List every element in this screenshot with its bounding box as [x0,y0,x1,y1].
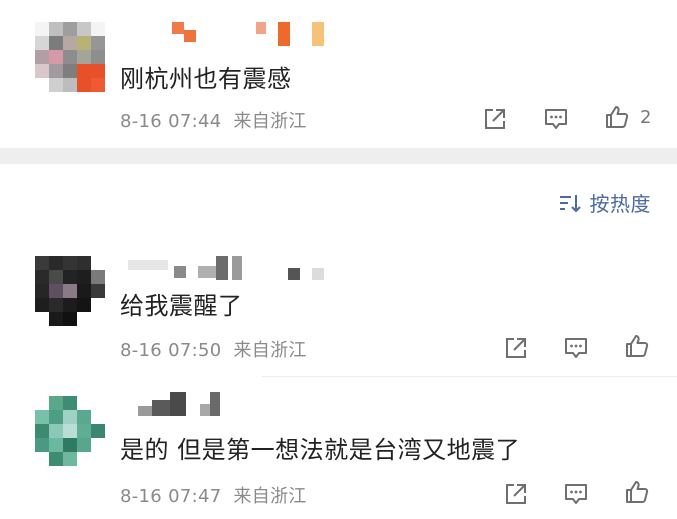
username-redacted[interactable] [138,392,358,416]
thumbs-up-icon [606,106,629,128]
username-redacted[interactable] [172,22,392,46]
share-button[interactable] [503,481,529,507]
comment-button[interactable] [563,335,589,361]
avatar-mosaic [35,396,105,466]
sort-label: 按热度 [589,192,651,216]
comment-icon [545,109,567,129]
comment-item: 刚杭州也有震感 8-16 07:44 来自浙江 2 [0,0,677,148]
comment-location: 来自浙江 [233,340,307,361]
like-button[interactable] [624,479,650,505]
comment-date: 8-16 07:44 [120,111,222,132]
share-button[interactable] [503,335,529,361]
comment-item: 是的 但是第一想法就是台湾又地震了 8-16 07:47 来自浙江 [0,384,677,519]
avatar[interactable] [35,396,105,466]
avatar[interactable] [35,22,105,92]
avatar[interactable] [35,256,105,326]
comment-text: 刚杭州也有震感 [120,65,292,93]
avatar-mosaic [35,22,105,92]
comment-item: 给我震醒了 8-16 07:50 来自浙江 [0,240,677,370]
avatar-mosaic [35,256,105,326]
share-icon [485,109,505,129]
comment-text: 给我震醒了 [120,292,243,320]
comment-separator [262,376,677,377]
comment-location: 来自浙江 [233,111,307,132]
comment-icon [565,338,587,358]
comment-button[interactable] [543,106,569,132]
sort-icon [559,194,581,212]
comment-meta: 8-16 07:47 来自浙江 [120,482,307,508]
comment-text: 是的 但是第一想法就是台湾又地震了 [120,436,521,464]
sort-toggle[interactable]: 按热度 [558,188,652,217]
comment-meta: 8-16 07:50 来自浙江 [120,336,307,362]
comment-button[interactable] [563,481,589,507]
section-divider [0,148,677,164]
like-button[interactable] [624,333,650,359]
thumbs-up-icon [626,481,649,503]
comment-date: 8-16 07:47 [120,486,222,507]
comment-date: 8-16 07:50 [120,340,222,361]
username-redacted[interactable] [128,256,348,280]
share-icon [506,338,526,358]
thumbs-up-icon [626,335,649,357]
comment-icon [565,484,587,504]
comment-location: 来自浙江 [233,486,307,507]
like-button[interactable] [604,104,630,130]
like-count: 2 [640,107,652,128]
share-icon [506,484,526,504]
share-button[interactable] [482,106,508,132]
comment-meta: 8-16 07:44 来自浙江 [120,107,307,133]
